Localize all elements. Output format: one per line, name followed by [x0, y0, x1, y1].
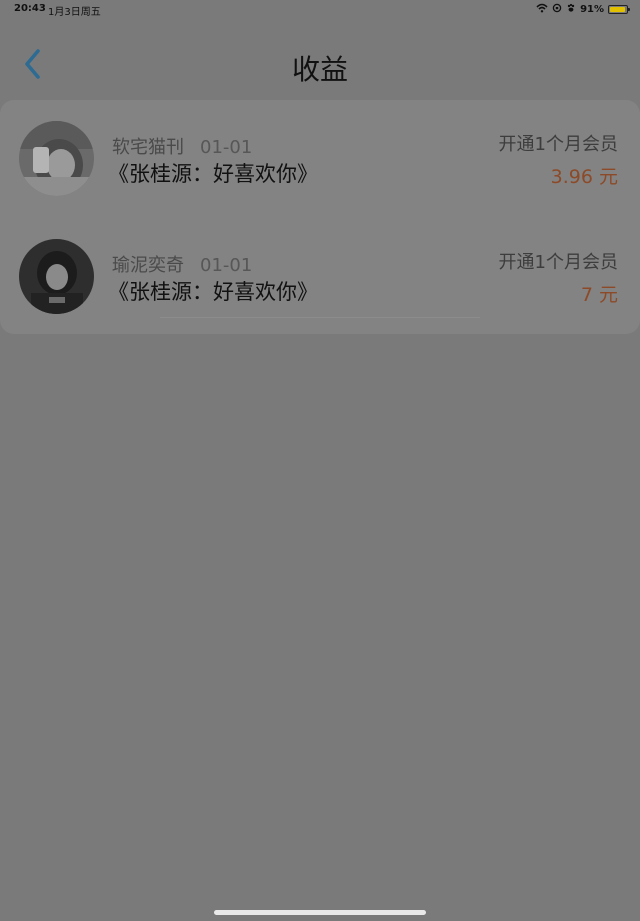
earning-amount: 7 元 [580, 284, 618, 306]
earning-date: 01-01 [200, 137, 253, 158]
page-title: 收益 [291, 53, 348, 86]
status-date: 1月3日周五 [48, 7, 101, 18]
earning-meta: 软宅猫刊 01-01 [112, 133, 252, 159]
paw-icon [566, 3, 576, 16]
avatar [19, 239, 94, 314]
status-right: 91% [536, 3, 630, 16]
earning-description: 开通1个月会员 [498, 134, 618, 155]
battery-percent: 91% [580, 4, 604, 15]
earning-item[interactable]: 软宅猫刊 01-01 《张桂源：好喜欢你》 开通1个月会员 3.96 元 [0, 100, 640, 210]
earning-item[interactable]: 瑜泥奕奇 01-01 《张桂源：好喜欢你》 开通1个月会员 7 元 [0, 218, 640, 328]
battery-icon [608, 5, 630, 14]
earning-description: 开通1个月会员 [498, 252, 618, 273]
work-title: 《张桂源：好喜欢你》 [108, 162, 318, 186]
battery-fill [610, 7, 625, 12]
navbar: 收益 [0, 20, 640, 100]
user-name: 瑜泥奕奇 [112, 255, 184, 276]
earning-meta: 瑜泥奕奇 01-01 [112, 251, 252, 277]
home-indicator[interactable] [214, 910, 426, 915]
user-name: 软宅猫刊 [112, 137, 184, 158]
work-title: 《张桂源：好喜欢你》 [108, 280, 318, 304]
wifi-icon [536, 3, 548, 16]
earnings-list: 软宅猫刊 01-01 《张桂源：好喜欢你》 开通1个月会员 3.96 元 瑜泥奕奇… [0, 100, 640, 334]
orientation-lock-icon [552, 3, 562, 16]
status-bar: 20:43 1月3日周五 91% [0, 0, 640, 20]
avatar [19, 121, 94, 196]
earning-amount: 3.96 元 [550, 166, 618, 188]
status-time: 20:43 [14, 3, 46, 14]
earning-date: 01-01 [200, 255, 253, 276]
